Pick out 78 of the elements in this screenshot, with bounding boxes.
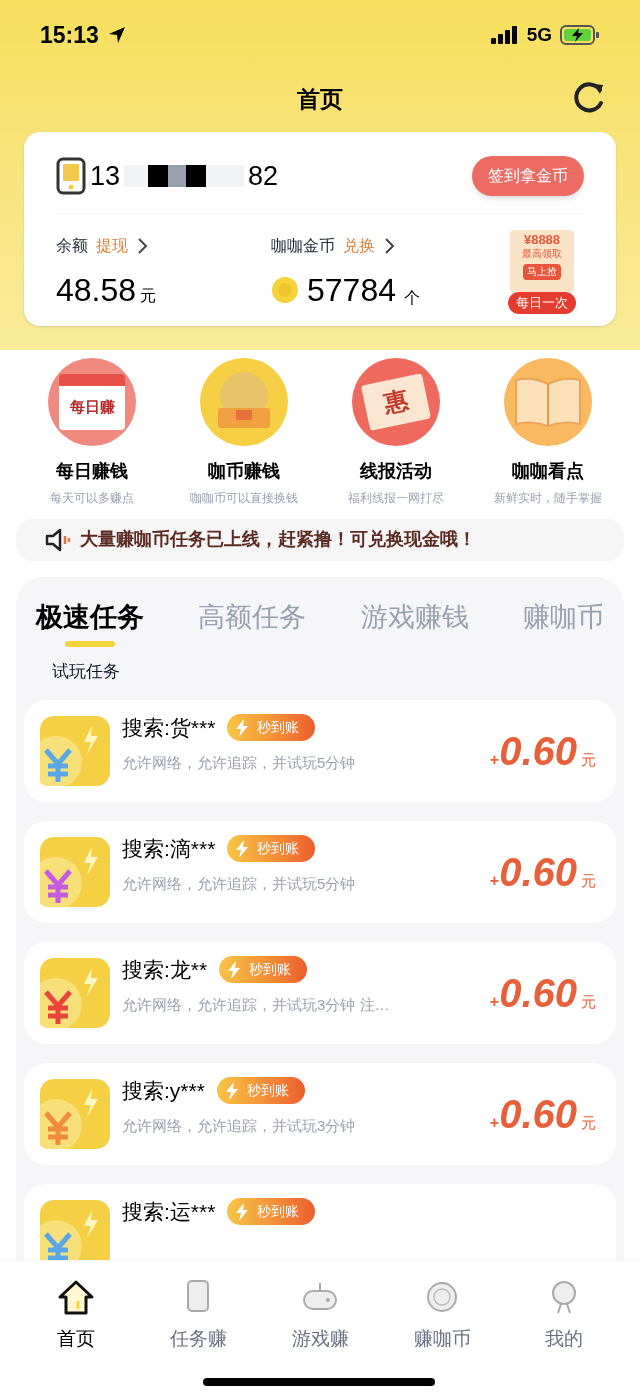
task-description: 允许网络，允许追踪，并试玩5分钟 [122, 873, 357, 894]
checkin-button[interactable]: 签到拿金币 [472, 156, 584, 197]
feature-title[interactable]: 咖咖看点 [512, 457, 584, 485]
instant-payout-badge: 秒到账 [227, 835, 316, 863]
task-description: 允许网络，允许追踪，并试玩5分钟 [122, 752, 357, 773]
coupon-icon[interactable]: 惠 [352, 357, 440, 446]
phone-number: 82 [248, 160, 279, 193]
coin-icon [271, 275, 299, 304]
instant-payout-badge: 秒到账 [227, 714, 316, 742]
reward-amount: +0.60 元 [489, 1091, 597, 1138]
app-icon [40, 1079, 110, 1149]
battery-charging-icon [560, 25, 600, 45]
promo-caption: 最高领取 [522, 247, 562, 260]
withdraw-link[interactable]: 提现 [96, 233, 128, 258]
network-label: 5G [526, 22, 552, 47]
feature-subtitle: 咖咖币可以直接换钱 [190, 489, 298, 507]
feature-title[interactable]: 每日赚钱 [56, 457, 128, 485]
lightning-icon [227, 960, 242, 979]
task-card[interactable]: 搜索:龙** 秒到账 允许网络，允许追踪，并试玩3分钟 注… +0.60 元 [24, 942, 616, 1044]
task-description: 允许网络，允许追踪，并试玩3分钟 [122, 1115, 357, 1136]
instant-payout-badge: 秒到账 [227, 1198, 316, 1226]
daily-once-tag: 每日一次 [508, 291, 576, 314]
app-icon [40, 1200, 110, 1260]
coins-label: 咖咖金币 [271, 235, 335, 256]
balance-label: 余额 [56, 235, 88, 256]
task-card[interactable]: 搜索:运*** 秒到账 [24, 1184, 616, 1260]
task-title: 搜索:龙** [122, 957, 208, 983]
instant-payout-badge: 秒到账 [216, 1077, 305, 1105]
task-title: 搜索:滴*** [122, 836, 216, 862]
phone-number: 13 [90, 160, 121, 193]
page-title: 首页 [297, 84, 343, 114]
speaker-icon [44, 527, 72, 552]
tab-bar-item[interactable]: 任务赚 [158, 1277, 238, 1354]
tab-bar-item[interactable]: 赚咖币 [402, 1277, 482, 1354]
feature-subtitle: 每天可以多赚点 [50, 489, 134, 507]
balance-amount: 48.58 [56, 270, 137, 310]
app-icon [40, 837, 110, 907]
calendar-icon-text: 每日赚 [69, 397, 115, 418]
section-title: 试玩任务 [51, 660, 121, 683]
task-title: 搜索:运*** [122, 1199, 216, 1225]
notice-text: 大量赚咖币任务已上线，赶紧撸！可兑换现金哦！ [80, 528, 476, 551]
calendar-icon[interactable]: 每日赚 [48, 357, 136, 446]
lightning-icon [235, 718, 250, 737]
lightning-icon [224, 1081, 239, 1100]
task-card[interactable]: 搜索:货*** 秒到账 允许网络，允许追踪，并试玩5分钟 +0.60 元 [24, 700, 616, 802]
feature-title[interactable]: 线报活动 [360, 457, 432, 485]
promo-button[interactable]: 马上抢 [523, 263, 561, 280]
coins-unit: 个 [404, 287, 420, 308]
tab-bar-item[interactable]: 游戏赚 [280, 1277, 360, 1354]
tab-bar-item[interactable]: 首页 [36, 1277, 116, 1354]
task-card[interactable]: 搜索:滴*** 秒到账 允许网络，允许追踪，并试玩5分钟 +0.60 元 [24, 821, 616, 923]
status-time: 15:13 [40, 20, 99, 50]
app-icon [40, 958, 110, 1028]
tab-bar-item[interactable]: 我的 [524, 1277, 604, 1354]
promo-amount: ¥8888 [523, 231, 561, 248]
coupon-icon-text: 惠 [380, 384, 412, 419]
task-tab[interactable]: 极速任务 [36, 596, 144, 647]
coins-amount: 57784 [307, 270, 396, 310]
instant-payout-badge: 秒到账 [219, 956, 308, 984]
promo-envelope[interactable]: ¥8888 最高领取 马上抢 [510, 229, 574, 292]
chevron-right-icon[interactable] [136, 236, 148, 255]
exchange-link[interactable]: 兑换 [343, 233, 375, 258]
feature-subtitle: 新鲜实时，随手掌握 [494, 489, 602, 507]
task-description: 允许网络，允许追踪，并试玩3分钟 注… [122, 994, 391, 1015]
reward-amount: +0.60 元 [489, 849, 597, 896]
task-title: 搜索:y*** [122, 1078, 205, 1104]
task-card[interactable]: 搜索:y*** 秒到账 允许网络，允许追踪，并试玩3分钟 +0.60 元 [24, 1063, 616, 1165]
task-title: 搜索:货*** [122, 715, 216, 741]
feature-subtitle: 福利线报一网打尽 [348, 489, 444, 507]
lightning-icon [235, 1202, 250, 1221]
balance-unit: 元 [140, 285, 157, 306]
reward-amount: +0.60 元 [489, 970, 597, 1017]
app-icon [40, 716, 110, 786]
lightning-icon [235, 839, 250, 858]
feature-title[interactable]: 咖币赚钱 [208, 457, 280, 485]
signal-icon [490, 26, 519, 44]
chevron-right-icon[interactable] [383, 236, 395, 255]
reward-amount: +0.60 元 [489, 728, 597, 775]
